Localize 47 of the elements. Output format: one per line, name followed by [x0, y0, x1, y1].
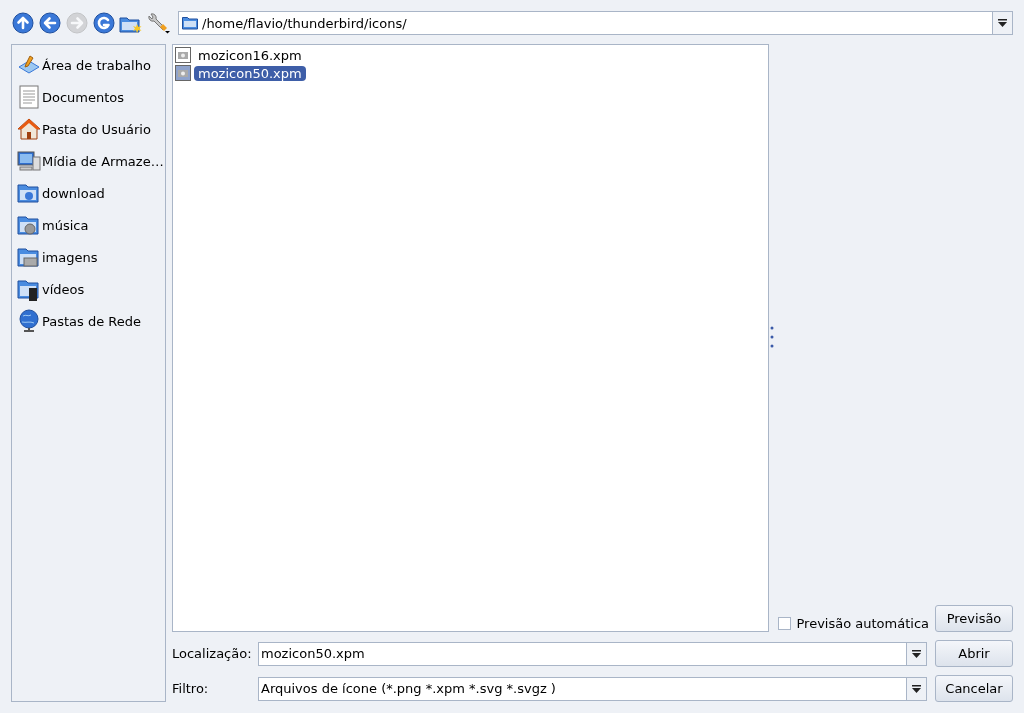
- folder-icon: [182, 16, 198, 30]
- download-folder-icon: [17, 181, 41, 205]
- video-folder-icon: [17, 277, 41, 301]
- filter-combo-box[interactable]: Arquivos de ícone (*.png *.xpm *.svg *.svgz ): [258, 676, 927, 701]
- cancel-button[interactable]: Cancelar: [935, 675, 1013, 702]
- house-icon: [17, 117, 41, 141]
- places-item[interactable]: música: [42, 217, 89, 233]
- filter-label: Filtro:: [172, 681, 210, 696]
- places-item[interactable]: imagens: [42, 249, 98, 265]
- dropdown-arrow-icon: [912, 649, 921, 658]
- dropdown-button[interactable]: [906, 642, 926, 665]
- places-item[interactable]: Pasta do Usuário: [42, 121, 151, 137]
- filter-value: Arquivos de ícone (*.png *.xpm *.svg *.svgz ): [260, 681, 557, 696]
- location-combo-box[interactable]: mozicon50.xpm: [258, 641, 927, 666]
- dropdown-button[interactable]: [906, 677, 926, 700]
- checkbox[interactable]: [778, 616, 792, 630]
- image-folder-icon: [17, 245, 41, 269]
- computer-icon: [17, 149, 41, 173]
- location-label: Localização:: [172, 646, 250, 661]
- places-item[interactable]: Área de trabalho: [42, 57, 151, 73]
- places-item[interactable]: Pastas de Rede: [42, 313, 142, 329]
- places-item[interactable]: vídeos: [42, 281, 85, 297]
- preview-button[interactable]: Previsão: [935, 605, 1013, 632]
- places-item[interactable]: download: [42, 185, 105, 201]
- dropdown-button[interactable]: [992, 12, 1012, 34]
- toolbar-button[interactable]: [11, 11, 35, 35]
- toolbar-button[interactable]: [146, 11, 170, 35]
- dropdown-arrow-icon: [998, 19, 1007, 27]
- image-file-icon: [175, 47, 191, 63]
- path-text: /home/flavio/thunderbird/icons/: [202, 15, 408, 31]
- reload-icon: [93, 12, 115, 34]
- wrench-icon: [146, 12, 170, 34]
- open-button[interactable]: Abrir: [935, 640, 1013, 667]
- location-input[interactable]: mozicon50.xpm: [259, 646, 906, 661]
- file-item[interactable]: mozicon16.xpm: [194, 47, 306, 63]
- globe-icon: [17, 309, 41, 333]
- file-item[interactable]: mozicon50.xpm: [194, 65, 306, 81]
- image-file-icon: [175, 65, 191, 81]
- toolbar-button[interactable]: [92, 11, 116, 35]
- document-icon: [17, 85, 41, 109]
- path-combo-box[interactable]: /home/flavio/thunderbird/icons/: [178, 11, 1013, 35]
- music-folder-icon: [17, 213, 41, 237]
- places-item[interactable]: Mídia de Armaze…: [42, 153, 164, 169]
- places-item[interactable]: Documentos: [42, 89, 125, 105]
- toolbar-button[interactable]: [38, 11, 62, 35]
- dropdown-arrow-icon: [912, 684, 921, 693]
- checkbox-label: Previsão automática: [796, 615, 929, 631]
